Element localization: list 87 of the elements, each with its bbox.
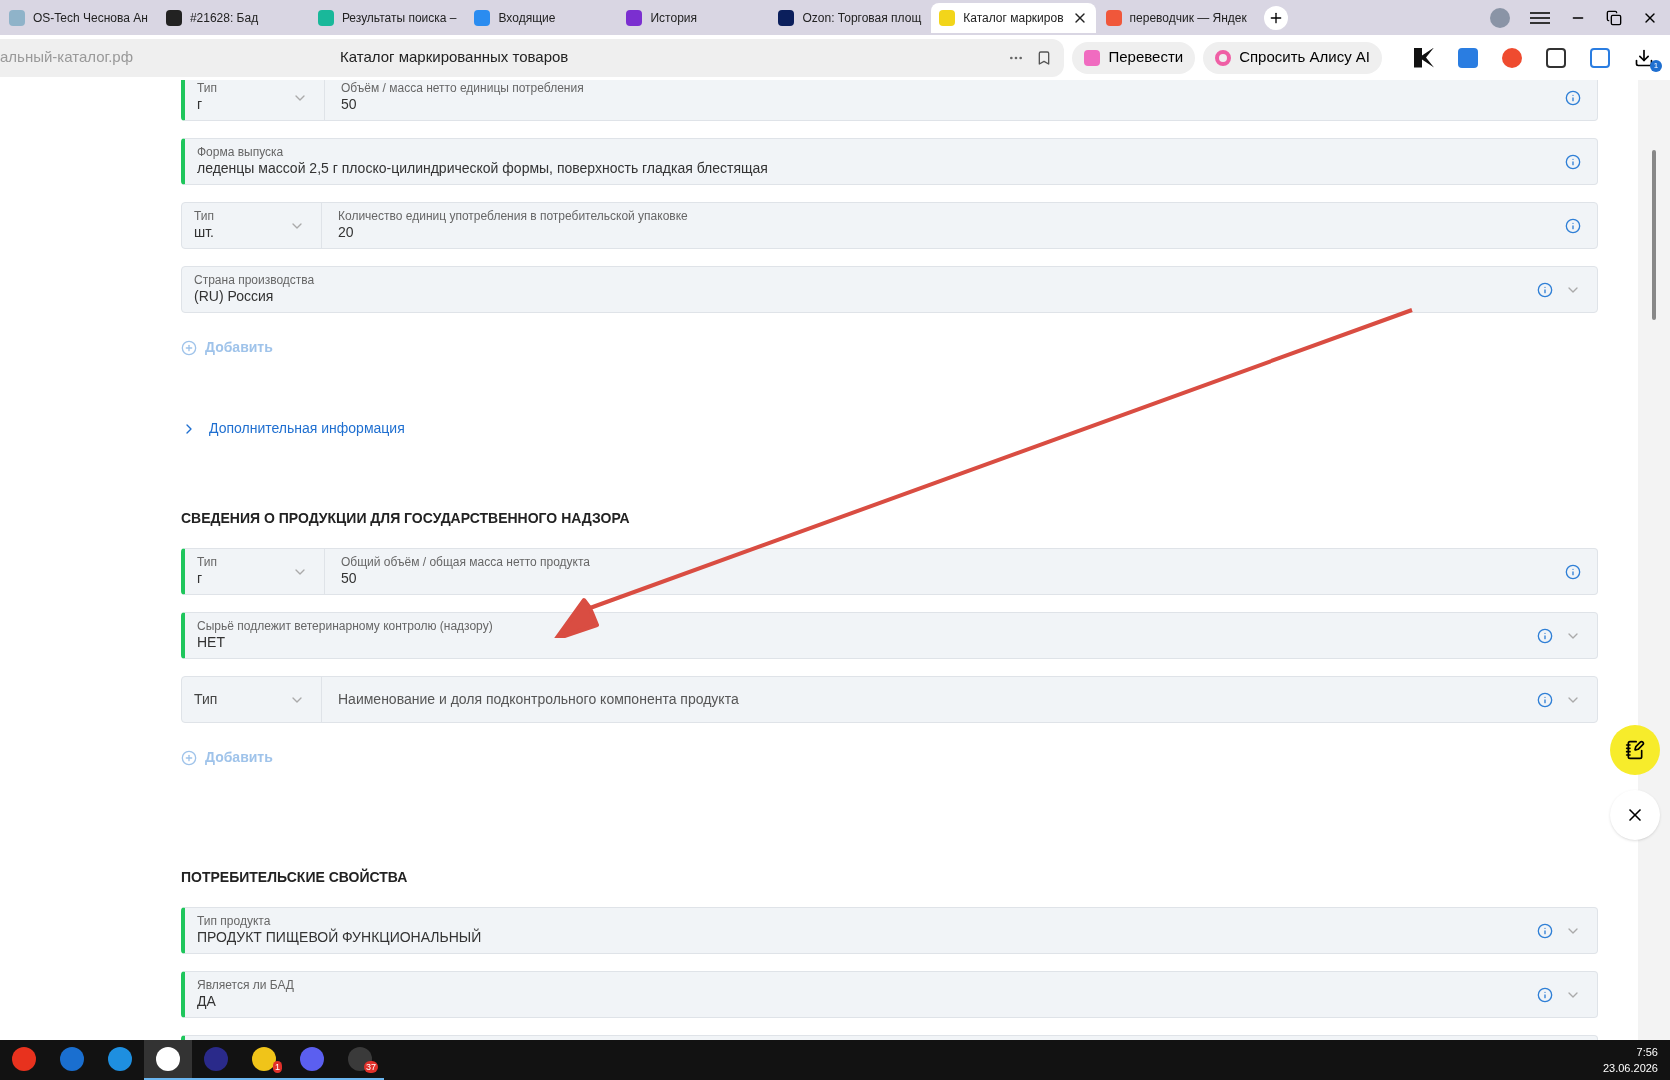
info-icon[interactable] [1565, 563, 1581, 580]
unit-select[interactable]: Тип г [185, 549, 325, 594]
download-badge: 1 [1650, 59, 1662, 72]
clock-date: 23.06.2026 [1602, 1061, 1658, 1076]
scrollbar[interactable] [1638, 80, 1670, 1040]
form-field[interactable]: Форма выпуска леденцы массой 2,5 г плоско-цилиндрической формы, поверхность гладкая блестящая [181, 138, 1598, 185]
page-title: Каталог маркированных товаров [340, 47, 569, 68]
form-field[interactable]: Тип Наименование и доля подконтрольного компонента продукта [181, 676, 1598, 723]
taskbar-app[interactable] [144, 1040, 192, 1080]
browser-tab[interactable]: Результаты поиска – [309, 2, 465, 33]
field-label: Количество единиц употребления в потребительской упаковке [338, 209, 688, 225]
form-field[interactable]: Страна производства (RU) Россия [181, 266, 1598, 313]
url-text: альный-каталог.рф [0, 47, 135, 68]
field-value: (RU) Россия [194, 288, 275, 306]
unit-label: Тип [197, 555, 217, 571]
field-label: Тип продукта [197, 914, 271, 929]
notification-badge: 1 [273, 1061, 282, 1073]
form-field[interactable]: Тип продукта ПРОДУКТ ПИЩЕВОЙ ФУНКЦИОНАЛЬНЫЙ [181, 907, 1598, 954]
plus-circle-icon [181, 339, 197, 356]
form-field[interactable]: Тип г Объём / масса нетто единицы потребления 50 [181, 80, 1598, 121]
download-icon[interactable] [1634, 47, 1654, 68]
restore-icon[interactable] [1606, 9, 1622, 26]
field-value: 50 [341, 96, 358, 114]
browser-tab[interactable]: Входящие [466, 2, 617, 33]
browser-tab[interactable]: переводчик — Яндек [1097, 2, 1255, 33]
taskbar-app[interactable]: 37 [336, 1040, 384, 1080]
tab-title: Каталог маркиров [963, 9, 1064, 27]
field-value: леденцы массой 2,5 г плоско-цилиндрической формы, поверхность гладкая блестящая [197, 160, 768, 178]
plus-circle-icon [181, 749, 197, 766]
unit-value: шт. [194, 224, 214, 242]
tab-title: Ozon: Торговая площ [802, 9, 922, 27]
info-icon[interactable] [1565, 89, 1581, 106]
browser-tab[interactable]: #21628: Бад [157, 2, 308, 33]
browser-tab[interactable]: OS-Tech Чеснова Ан [1, 2, 156, 33]
form-field[interactable]: Тип г Общий объём / общая масса нетто продукта 50 [181, 548, 1598, 595]
translate-button[interactable]: Перевести [1072, 41, 1196, 74]
info-icon[interactable] [1537, 691, 1553, 708]
info-icon[interactable] [1565, 153, 1581, 170]
tab-title: #21628: Бад [189, 9, 259, 27]
new-tab-button[interactable] [1263, 5, 1288, 30]
field-value: НЕТ [197, 634, 226, 652]
unit-label: Тип [194, 209, 214, 225]
ask-ai-button[interactable]: Спросить Алису AI [1203, 41, 1382, 74]
notes-icon [1625, 740, 1645, 760]
info-icon[interactable] [1537, 986, 1553, 1003]
taskbar-app[interactable]: 1 [240, 1040, 288, 1080]
notes-button[interactable] [1610, 725, 1660, 775]
field-value: ДА [197, 993, 217, 1011]
form-field[interactable]: Сырьё подлежит ветеринарному контролю (надзору) НЕТ [181, 612, 1598, 659]
unit-label: Тип [197, 81, 217, 97]
field-label: Является ли БАД [197, 978, 294, 994]
unit-select[interactable]: Тип г [185, 80, 325, 120]
field-placeholder: Наименование и доля подконтрольного компонента продукта [338, 690, 739, 709]
form-field[interactable]: Является ли БАД ДА [181, 971, 1598, 1018]
field-label: Страна производства [194, 273, 315, 289]
field-value: 20 [338, 224, 355, 242]
tab-title: OS-Tech Чеснова Ан [33, 9, 148, 27]
field-label: Общий объём / общая масса нетто продукта [341, 555, 591, 571]
tab-title: Результаты поиска – [341, 9, 457, 27]
info-icon[interactable] [1537, 281, 1553, 298]
field-label: Сырьё подлежит ветеринарному контролю (надзору) [197, 619, 493, 635]
browser-tab[interactable]: Каталог маркиров [931, 2, 1096, 33]
info-icon[interactable] [1565, 217, 1581, 234]
address-bar[interactable]: альный-каталог.рф Каталог маркированных товаров [0, 38, 1065, 77]
field-value: 50 [341, 570, 358, 588]
unit-value: г [197, 96, 204, 114]
info-icon[interactable] [1537, 922, 1553, 939]
tabs-menu-icon[interactable] [1530, 9, 1550, 26]
expander-link[interactable]: Дополнительная информация [181, 418, 405, 439]
unit-select[interactable]: Тип [182, 677, 322, 722]
tab-title: Входящие [498, 9, 556, 27]
unit-placeholder: Тип [194, 690, 218, 709]
section-heading: ПОТРЕБИТЕЛЬСКИЕ СВОЙСТВА [181, 867, 409, 887]
form-field[interactable]: Тип шт. Количество единиц употребления в потребительской упаковке 20 [181, 202, 1598, 249]
close-button[interactable] [1610, 790, 1660, 840]
field-value: ПРОДУКТ ПИЩЕВОЙ ФУНКЦИОНАЛЬНЫЙ [197, 929, 482, 947]
tab-title: переводчик — Яндек [1129, 9, 1247, 27]
field-label: Объём / масса нетто единицы потребления [341, 81, 584, 97]
unit-value: г [197, 570, 204, 588]
browser-tab[interactable]: Ozon: Торговая площ [770, 2, 930, 33]
info-icon[interactable] [1537, 627, 1553, 644]
field-label: Форма выпуска [197, 145, 285, 161]
clock-time: 7:56 [1636, 1045, 1658, 1060]
section-heading: СВЕДЕНИЯ О ПРОДУКЦИИ ДЛЯ ГОСУДАРСТВЕННОГО НАДЗОРА [181, 509, 631, 528]
tab-title: История [650, 9, 698, 27]
unit-select[interactable]: Тип шт. [182, 203, 322, 248]
browser-tab[interactable]: История [618, 2, 769, 33]
